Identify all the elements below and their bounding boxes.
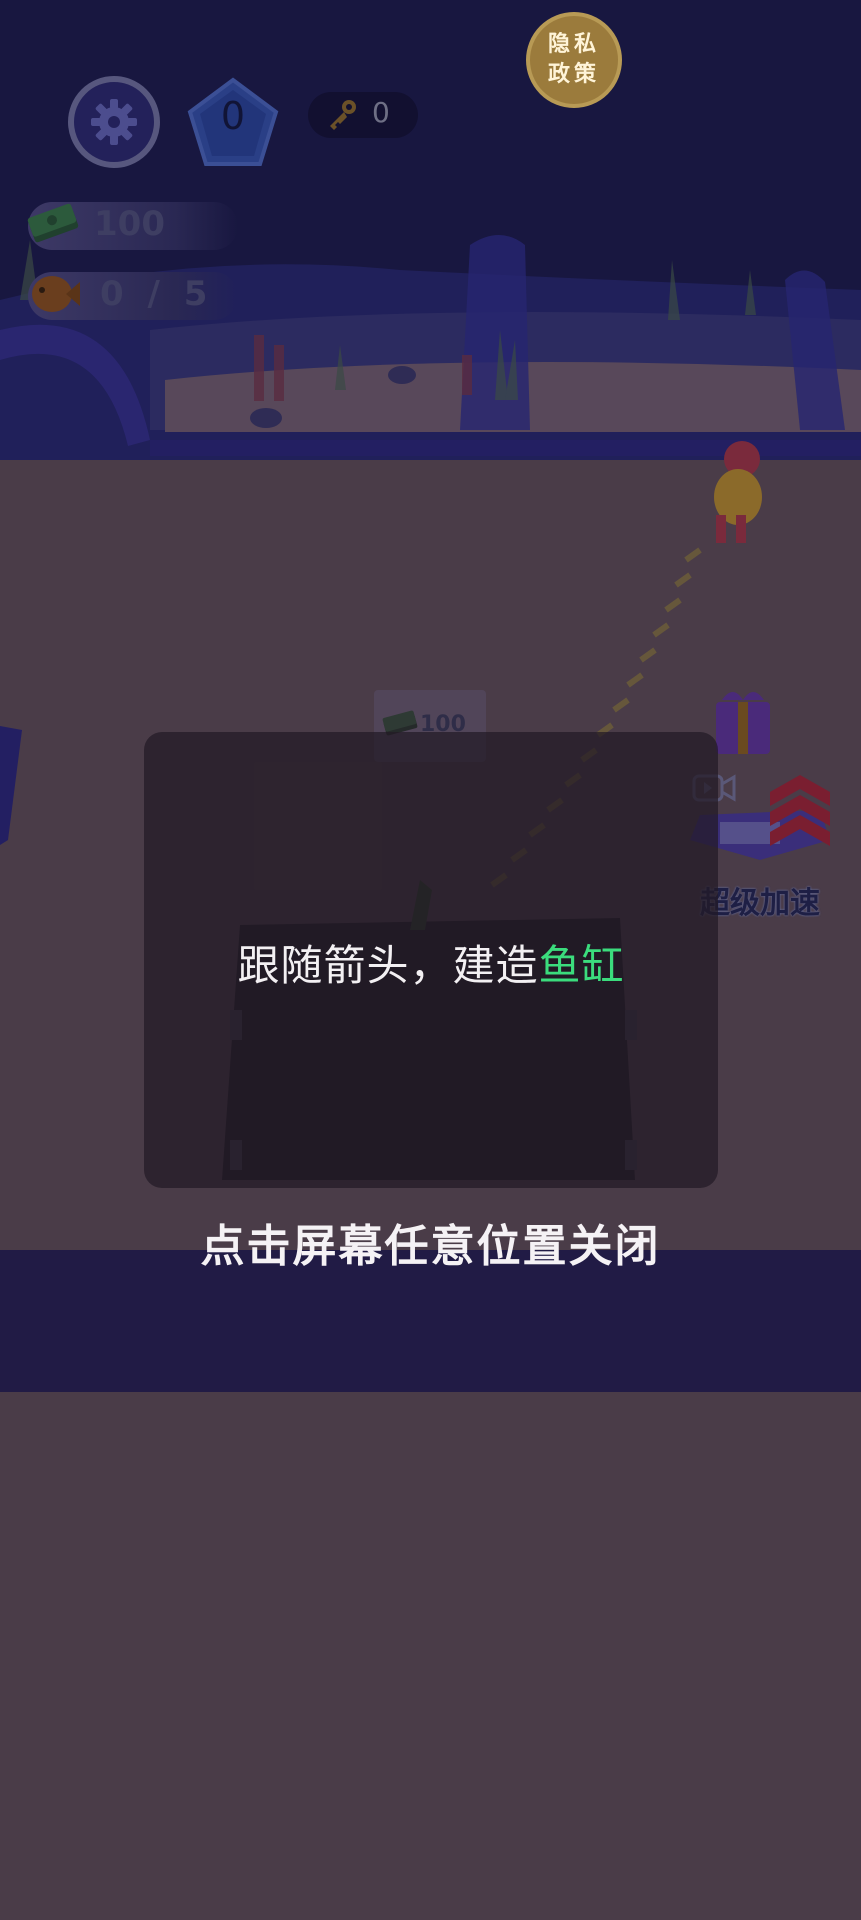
gear-icon (91, 99, 137, 145)
key-icon (330, 100, 356, 130)
tutorial-dialog[interactable]: 跟随箭头，建造鱼缸 (144, 732, 718, 1188)
gem-counter: 0 (186, 76, 280, 170)
key-count: 0 (372, 96, 390, 129)
speed-boost-label[interactable]: 超级加速 (700, 878, 820, 922)
tutorial-message: 跟随箭头，建造鱼缸 (144, 932, 718, 993)
fish-progress: 0 / 5 (100, 274, 214, 314)
tap-to-close-hint[interactable]: 点击屏幕任意位置关闭 (0, 1210, 861, 1274)
tutorial-message-highlight: 鱼缸 (538, 941, 625, 990)
key-counter: 0 (308, 92, 418, 138)
settings-button[interactable] (68, 76, 160, 168)
gem-count: 0 (220, 94, 246, 138)
tutorial-message-text: 跟随箭头，建造 (237, 941, 539, 990)
privacy-label-line2: 政策 (547, 62, 600, 87)
cash-stack-icon (27, 203, 79, 243)
privacy-label-line1: 隐私 (547, 32, 600, 57)
cash-counter: 100 (27, 202, 238, 250)
fish-progress-counter: 0 / 5 (28, 272, 238, 320)
gift-box-icon[interactable] (716, 692, 770, 754)
fish-icon (32, 276, 80, 312)
cash-amount: 100 (94, 204, 165, 244)
privacy-policy-button[interactable]: 隐私 政策 (526, 12, 622, 108)
